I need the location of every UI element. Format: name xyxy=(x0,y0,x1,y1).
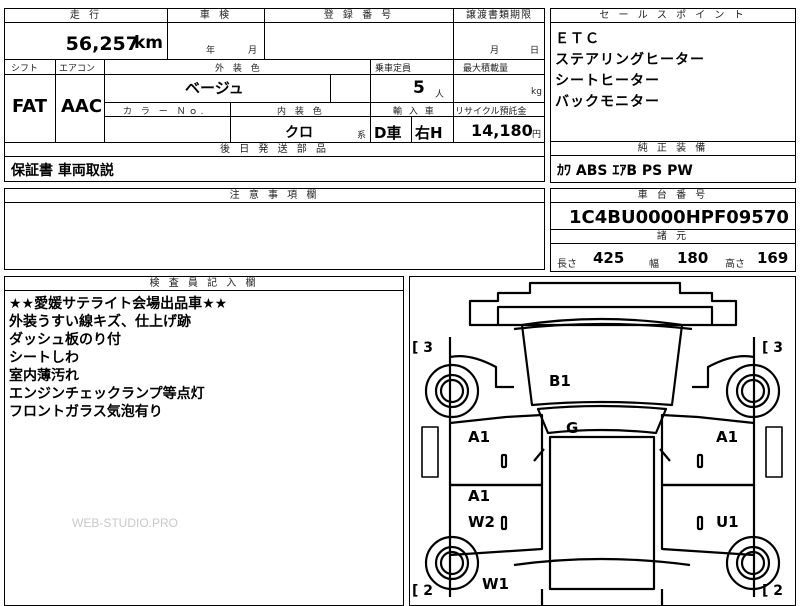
sales-points-cell: セ ー ル ス ポ イ ン ト ＥＴＣ ステアリングヒーター シートヒーター バ… xyxy=(550,8,796,142)
front-right-door-mark: A1 xyxy=(716,428,739,446)
inspector-header: 検 査 員 記 入 欄 xyxy=(5,277,403,291)
rear-left-door-mark-a: A1 xyxy=(468,487,491,505)
transfer-day-unit: 日 xyxy=(530,46,540,56)
maxload-header: 最大積載量 xyxy=(463,64,509,74)
tire-front-right-grade: [ 3 xyxy=(762,340,784,356)
transfer-header: 譲渡書類期限 xyxy=(454,9,544,23)
auction-sheet: { "top": { "mileage_header": "走 行", "mil… xyxy=(0,0,800,606)
width-value: 180 xyxy=(677,249,709,267)
inspector-note: ダッシュ板のり付 xyxy=(9,332,121,348)
capacity-header: 乗車定員 xyxy=(375,64,412,74)
shift-header: シフト xyxy=(11,64,39,74)
equipment-value: ｶﾜ ABS ｴｱB PS PW xyxy=(557,163,693,179)
equipment-cell: 純 正 装 備 ｶﾜ ABS ｴｱB PS PW xyxy=(550,141,796,183)
inspection-header: 車 検 xyxy=(168,9,264,23)
inspector-note: 室内薄汚れ xyxy=(9,368,79,384)
inspector-notes: ★★愛媛サテライト会場出品車★★ 外装うすい線キズ、仕上げ跡 ダッシュ板のり付 … xyxy=(9,295,227,421)
interior-unit: 系 xyxy=(357,131,367,141)
width-label: 幅 xyxy=(649,259,659,270)
sales-points-header: セ ー ル ス ポ イ ン ト xyxy=(551,9,795,23)
recycle-value: 14,180 xyxy=(471,121,533,140)
chassis-cell: 車 台 番 号 1C4BU0000HPF09570 諸 元 長さ 425 幅 1… xyxy=(550,188,796,272)
exterior-header: 外 装 色 xyxy=(215,64,263,74)
registration-cell: 登 録 番 号 xyxy=(264,8,454,60)
damage-map: [ 3 [ 3 [ 2 [ 2 B1 G A1 A1 A1 W2 U1 W1 xyxy=(409,276,796,606)
maxload-unit: kg xyxy=(531,87,542,97)
rear-right-door-mark: U1 xyxy=(716,513,739,531)
exterior-value: ベージュ xyxy=(185,79,244,97)
ac-value: AAC xyxy=(61,96,103,117)
height-label: 高さ xyxy=(725,259,745,270)
capacity-unit: 人 xyxy=(435,90,445,100)
transfer-month-unit: 月 xyxy=(490,46,500,56)
chassis-header: 車 台 番 号 xyxy=(551,189,795,203)
inspection-month-unit: 月 xyxy=(248,46,258,56)
import-h: 右H xyxy=(415,124,443,142)
inspector-note: ★★愛媛サテライト会場出品車★★ xyxy=(9,296,228,312)
inspection-cell: 車 検 年 月 xyxy=(167,8,265,60)
inspector-note: シートしわ xyxy=(9,350,79,366)
height-value: 169 xyxy=(757,249,789,267)
import-d: D車 xyxy=(374,124,402,142)
rear-bottom-mark: W1 xyxy=(482,575,509,593)
sales-points-list: ＥＴＣ ステアリングヒーター シートヒーター バックモニター xyxy=(555,29,705,113)
length-label: 長さ xyxy=(557,259,577,270)
sales-point-item: バックモニター xyxy=(555,94,660,110)
inspector-cell: 検 査 員 記 入 欄 ★★愛媛サテライト会場出品車★★ 外装うすい線キズ、仕上… xyxy=(4,276,404,606)
tire-rear-left-grade: [ 2 xyxy=(412,583,434,599)
later-parts-value: 保証書 車両取説 xyxy=(11,163,114,179)
transfer-cell: 譲渡書類期限 月 日 xyxy=(453,8,545,60)
sales-point-item: ＥＴＣ xyxy=(555,31,600,47)
mileage-header: 走 行 xyxy=(5,9,167,23)
length-value: 425 xyxy=(593,249,625,267)
capacity-value: 5 xyxy=(413,78,425,98)
tire-rear-right-grade: [ 2 xyxy=(762,583,784,599)
rear-left-door-mark-w: W2 xyxy=(468,513,495,531)
inspector-note: 外装うすい線キズ、仕上げ跡 xyxy=(9,314,191,330)
mileage-cell: 走 行 56,257 km xyxy=(4,8,168,60)
watermark: WEB-STUDIO.PRO xyxy=(72,516,179,530)
later-parts-header: 後 日 発 送 部 品 xyxy=(5,143,544,157)
mileage-unit: km xyxy=(133,33,163,53)
later-parts-cell: 後 日 発 送 部 品 保証書 車両取説 xyxy=(4,142,545,182)
registration-header: 登 録 番 号 xyxy=(265,9,453,23)
inspector-note: エンジンチェックランプ等点灯 xyxy=(9,386,205,402)
inspector-note: フロントガラス気泡有り xyxy=(9,404,163,420)
recycle-header: リサイクル預託金 xyxy=(455,107,527,117)
equipment-header: 純 正 装 備 xyxy=(551,142,795,156)
recycle-unit: 円 xyxy=(532,130,542,140)
import-header: 輸 入 車 xyxy=(393,107,436,117)
caution-header: 注 意 事 項 欄 xyxy=(5,189,544,203)
interior-value: クロ xyxy=(285,125,313,141)
specs-block: シフト FAT エアコン AAC 外 装 色 ベージュ 乗車定員 5 人 最大積… xyxy=(4,59,545,143)
hood-mark: B1 xyxy=(549,372,571,390)
roof-mark: G xyxy=(566,419,579,437)
chassis-number: 1C4BU0000HPF09570 xyxy=(569,207,789,228)
front-left-door-mark: A1 xyxy=(468,428,491,446)
shift-value: FAT xyxy=(12,96,48,117)
caution-cell: 注 意 事 項 欄 xyxy=(4,188,545,270)
sales-point-item: ステアリングヒーター xyxy=(555,52,705,68)
dimensions-header: 諸 元 xyxy=(551,230,795,244)
inspection-year-unit: 年 xyxy=(206,46,216,56)
tire-front-left-grade: [ 3 xyxy=(412,340,434,356)
sales-point-item: シートヒーター xyxy=(555,73,660,89)
mileage-value: 56,257 xyxy=(65,33,139,55)
ac-header: エアコン xyxy=(59,64,96,74)
